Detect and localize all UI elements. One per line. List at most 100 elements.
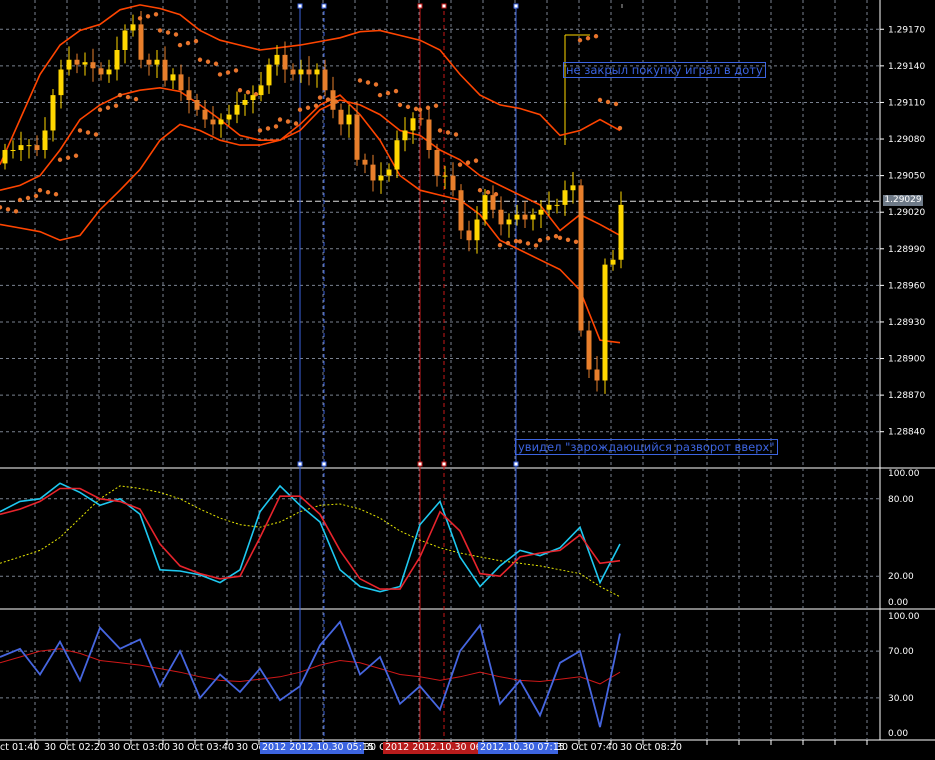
price-axis-label: 1.28840 — [888, 428, 925, 438]
parabolic-sar-dot — [77, 128, 83, 133]
parabolic-sar-dot — [497, 242, 503, 248]
annotation-top[interactable]: не закрыл покупку играл в доту — [563, 62, 766, 78]
time-label: 30 Oct 03:00 — [108, 742, 170, 753]
candle-body — [514, 214, 520, 220]
candle-body — [610, 259, 616, 265]
parabolic-sar-dot — [257, 128, 263, 133]
candle-body — [2, 150, 8, 164]
candle-body — [202, 109, 208, 120]
candle-body — [314, 69, 320, 75]
parabolic-sar-dot — [85, 130, 91, 135]
marker-handle — [321, 3, 327, 9]
parabolic-sar-dot — [157, 28, 163, 33]
stoch-axis-label: 100.00 — [888, 469, 920, 479]
parabolic-sar-dot — [445, 130, 451, 135]
parabolic-sar-dot — [53, 192, 59, 197]
time-label: 30 Oct 08:20 — [620, 742, 682, 753]
candle-body — [146, 59, 152, 65]
parabolic-sar-dot — [153, 12, 159, 17]
parabolic-sar-dot — [433, 103, 439, 108]
parabolic-sar-dot — [13, 209, 19, 214]
candle-body — [338, 109, 344, 125]
candle-body — [570, 185, 576, 191]
bollinger-upper-line — [0, 4, 621, 165]
parabolic-sar-dot — [477, 188, 483, 193]
parabolic-sar-dot — [573, 239, 579, 245]
candle-body — [346, 114, 352, 125]
candle-body — [378, 175, 384, 181]
parabolic-sar-dot — [217, 72, 223, 77]
time-marker-blue-1: 2012 2012.10.30 05:15 — [260, 742, 374, 754]
candle-body — [426, 119, 432, 150]
candle-body — [250, 95, 256, 100]
candle-body — [162, 59, 168, 81]
parabolic-sar-dot — [557, 235, 563, 241]
parabolic-sar-dot — [613, 101, 619, 107]
candle-body — [482, 195, 488, 220]
parabolic-sar-dot — [597, 97, 603, 103]
stochastic-slow-line — [0, 485, 621, 598]
candle-body — [282, 54, 288, 70]
parabolic-sar-dot — [605, 99, 611, 105]
parabolic-sar-dot — [457, 162, 463, 167]
parabolic-sar-dot — [413, 106, 419, 112]
price-axis-label: 1.28930 — [888, 318, 925, 328]
parabolic-sar-dot — [293, 121, 299, 126]
candle-body — [154, 59, 160, 65]
candle-body — [394, 140, 400, 170]
parabolic-sar-dot — [245, 90, 251, 95]
candle-body — [234, 104, 240, 115]
parabolic-sar-dot — [213, 61, 219, 66]
osc-axis-label: 0.00 — [888, 729, 908, 739]
candle-body — [130, 24, 136, 31]
parabolic-sar-dot — [453, 132, 459, 137]
candle-body — [106, 69, 112, 75]
candle-body — [58, 69, 64, 96]
candle-body — [506, 219, 512, 225]
candle-body — [578, 185, 584, 331]
parabolic-sar-dot — [373, 82, 379, 87]
trading-chart[interactable]: 1.29170 1.29140 1.29110 1.29080 1.29050 1.290… — [0, 0, 935, 760]
parabolic-sar-dot — [105, 105, 111, 110]
parabolic-sar-dot — [513, 238, 519, 244]
parabolic-sar-dot — [117, 92, 123, 98]
candle-body — [138, 24, 144, 60]
candle-body — [266, 64, 272, 86]
parabolic-sar-dot — [277, 117, 283, 122]
parabolic-sar-dot — [165, 30, 171, 35]
parabolic-sar-dot — [37, 188, 43, 193]
parabolic-sar-dot — [417, 107, 423, 112]
candle-body — [226, 114, 232, 120]
candle-body — [10, 150, 16, 151]
marker-handle — [321, 461, 327, 467]
candle-body — [258, 85, 264, 96]
stochastic-main-line — [0, 482, 621, 593]
parabolic-sar-dot — [125, 94, 131, 100]
candle-body — [554, 204, 560, 206]
candle-body — [26, 145, 32, 147]
candle-body — [242, 100, 248, 105]
marker-handle — [441, 3, 447, 9]
parabolic-sar-dot — [377, 92, 383, 98]
parabolic-sar-dot — [197, 57, 203, 62]
parabolic-sar-dot — [5, 207, 11, 212]
candle-body — [274, 54, 280, 65]
parabolic-sar-dot — [113, 103, 119, 108]
annotation-bottom[interactable]: увидел "зарождающийся разворот вверх" — [515, 439, 778, 455]
candle-body — [330, 90, 336, 110]
parabolic-sar-dot — [173, 32, 179, 37]
parabolic-sar-dot — [473, 158, 479, 163]
candle-body — [370, 164, 376, 181]
parabolic-sar-dot — [265, 126, 271, 131]
candle-body — [434, 150, 440, 176]
candle-body — [594, 369, 600, 381]
candle-body — [466, 230, 472, 241]
parabolic-sar-dot — [437, 128, 443, 133]
price-axis-label: 1.29020 — [888, 208, 925, 218]
candle-body — [298, 69, 304, 75]
marker-handle — [297, 461, 303, 467]
parabolic-sar-dot — [17, 197, 23, 203]
parabolic-sar-dot — [365, 80, 371, 85]
price-axis-label: 1.28990 — [888, 245, 925, 255]
parabolic-sar-dot — [545, 236, 551, 241]
